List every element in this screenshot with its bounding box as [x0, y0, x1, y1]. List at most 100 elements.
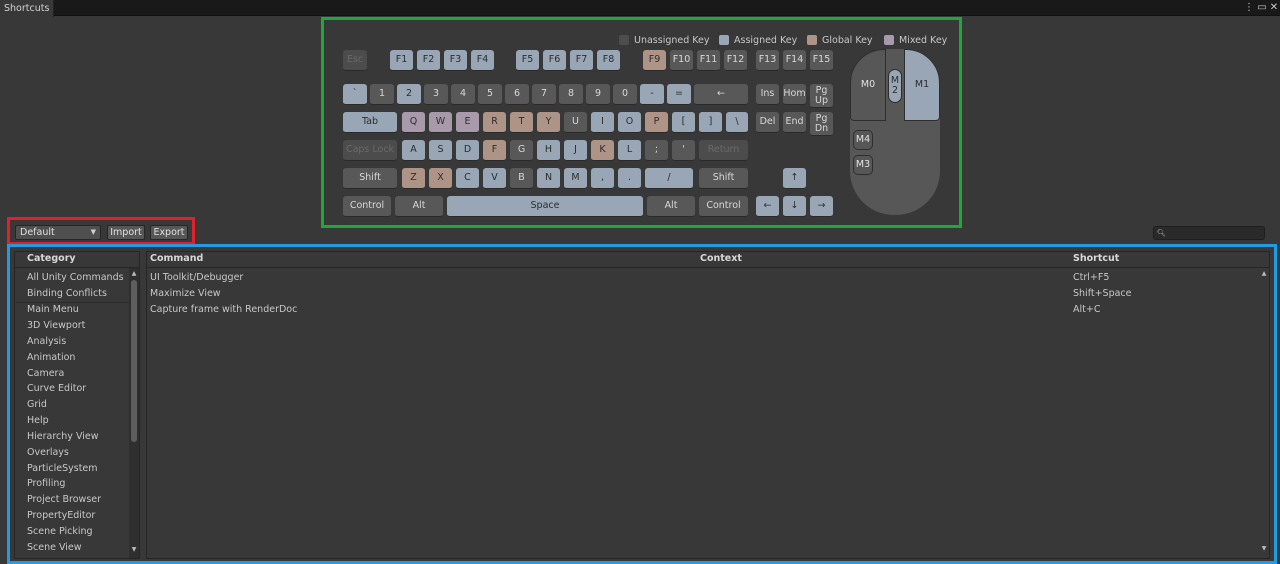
key-space[interactable]: Space [447, 196, 643, 217]
kebab-menu-icon[interactable]: ⋮ [1243, 1, 1255, 15]
category-item[interactable]: ParticleSystem [27, 463, 98, 474]
table-row[interactable]: UI Toolkit/Debugger Ctrl+F5 [147, 268, 1259, 284]
key-8[interactable]: 8 [559, 84, 583, 105]
key-m[interactable]: M [564, 168, 587, 189]
key-backspace[interactable]: ← [694, 84, 748, 105]
mouse-button-m1[interactable]: M1 [904, 49, 940, 121]
key-delete[interactable]: Del [756, 112, 779, 133]
key-f3[interactable]: F3 [444, 50, 467, 71]
key-f13[interactable]: F13 [756, 50, 779, 71]
key-k[interactable]: K [591, 140, 614, 161]
category-item[interactable]: Camera [27, 368, 64, 379]
key-b[interactable]: B [510, 168, 533, 189]
mouse-button-m0[interactable]: M0 [850, 49, 886, 121]
key-r[interactable]: R [483, 112, 506, 133]
key-return[interactable]: Return [699, 140, 748, 161]
category-item[interactable]: PropertyEditor [27, 510, 95, 521]
key-arrow-up[interactable]: ↑ [783, 168, 806, 189]
key-semicolon[interactable]: ; [645, 140, 668, 161]
key-h[interactable]: H [537, 140, 560, 161]
scroll-down-arrow-icon[interactable]: ▼ [1260, 545, 1268, 552]
key-j[interactable]: J [564, 140, 587, 161]
key-comma[interactable]: , [591, 168, 614, 189]
key-5[interactable]: 5 [478, 84, 502, 105]
key-esc[interactable]: Esc [343, 50, 367, 71]
scrollbar-thumb[interactable] [131, 280, 137, 442]
key-slash[interactable]: / [645, 168, 693, 189]
key-c[interactable]: C [456, 168, 479, 189]
scroll-up-arrow-icon[interactable]: ▲ [130, 270, 138, 277]
category-item[interactable]: Main Menu [27, 304, 79, 315]
mouse-button-m2[interactable]: M 2 [888, 69, 902, 103]
key-f15[interactable]: F15 [810, 50, 833, 71]
category-item[interactable]: Project Browser [27, 494, 101, 505]
key-a[interactable]: A [402, 140, 425, 161]
key-p[interactable]: P [645, 112, 668, 133]
key-f1[interactable]: F1 [390, 50, 413, 71]
key-f10[interactable]: F10 [670, 50, 693, 71]
key-left-bracket[interactable]: [ [672, 112, 695, 133]
key-f12[interactable]: F12 [724, 50, 747, 71]
import-button[interactable]: Import [107, 225, 145, 240]
category-item[interactable]: Profiling [27, 478, 65, 489]
key-arrow-down[interactable]: ↓ [783, 196, 806, 217]
key-7[interactable]: 7 [532, 84, 556, 105]
category-item[interactable]: Binding Conflicts [27, 288, 107, 299]
key-quote[interactable]: ' [672, 140, 695, 161]
category-item[interactable]: All Unity Commands [27, 272, 124, 283]
key-x[interactable]: X [429, 168, 452, 189]
category-item[interactable]: Scene Picking [27, 526, 93, 537]
export-button[interactable]: Export [150, 225, 188, 240]
key-w[interactable]: W [429, 112, 452, 133]
table-row[interactable]: Capture frame with RenderDoc Alt+C [147, 300, 1259, 316]
key-3[interactable]: 3 [424, 84, 448, 105]
key-f[interactable]: F [483, 140, 506, 161]
category-item[interactable]: Analysis [27, 336, 66, 347]
key-f8[interactable]: F8 [597, 50, 620, 71]
key-t[interactable]: T [510, 112, 533, 133]
key-backslash[interactable]: \ [726, 112, 748, 133]
category-item[interactable]: Overlays [27, 447, 69, 458]
key-u[interactable]: U [564, 112, 587, 133]
key-page-down[interactable]: Pg Dn [810, 112, 833, 136]
key-f2[interactable]: F2 [417, 50, 440, 71]
key-1[interactable]: 1 [370, 84, 394, 105]
key-2[interactable]: 2 [397, 84, 421, 105]
key-g[interactable]: G [510, 140, 533, 161]
key-arrow-left[interactable]: ← [756, 196, 779, 217]
key-f7[interactable]: F7 [570, 50, 593, 71]
key-home[interactable]: Hom [783, 84, 806, 105]
key-equals[interactable]: = [667, 84, 691, 105]
category-item[interactable]: 3D Viewport [27, 320, 85, 331]
key-s[interactable]: S [429, 140, 452, 161]
scroll-down-arrow-icon[interactable]: ▼ [130, 546, 138, 553]
category-item[interactable]: Animation [27, 352, 75, 363]
key-e[interactable]: E [456, 112, 479, 133]
key-f14[interactable]: F14 [783, 50, 806, 71]
search-input[interactable]: 🔍︎ [1153, 226, 1265, 240]
key-right-bracket[interactable]: ] [699, 112, 722, 133]
scroll-up-arrow-icon[interactable]: ▲ [1260, 270, 1268, 277]
key-i[interactable]: I [591, 112, 614, 133]
key-insert[interactable]: Ins [756, 84, 779, 105]
key-period[interactable]: . [618, 168, 641, 189]
key-tab[interactable]: Tab [343, 112, 397, 133]
close-icon[interactable]: ✕ [1268, 1, 1280, 15]
maximize-icon[interactable]: ▭ [1256, 1, 1268, 15]
key-page-up[interactable]: Pg Up [810, 84, 833, 108]
key-f6[interactable]: F6 [543, 50, 566, 71]
key-4[interactable]: 4 [451, 84, 475, 105]
category-item[interactable]: Curve Editor [27, 383, 86, 394]
key-right-control[interactable]: Control [699, 196, 748, 217]
key-right-alt[interactable]: Alt [647, 196, 695, 217]
key-f9[interactable]: F9 [643, 50, 666, 71]
key-minus[interactable]: - [640, 84, 664, 105]
category-item[interactable]: Help [27, 415, 49, 426]
key-9[interactable]: 9 [586, 84, 610, 105]
key-l[interactable]: L [618, 140, 641, 161]
key-f5[interactable]: F5 [516, 50, 539, 71]
key-end[interactable]: End [783, 112, 806, 133]
profile-dropdown[interactable]: Default ▼ [15, 225, 101, 240]
key-q[interactable]: Q [402, 112, 425, 133]
key-z[interactable]: Z [402, 168, 425, 189]
